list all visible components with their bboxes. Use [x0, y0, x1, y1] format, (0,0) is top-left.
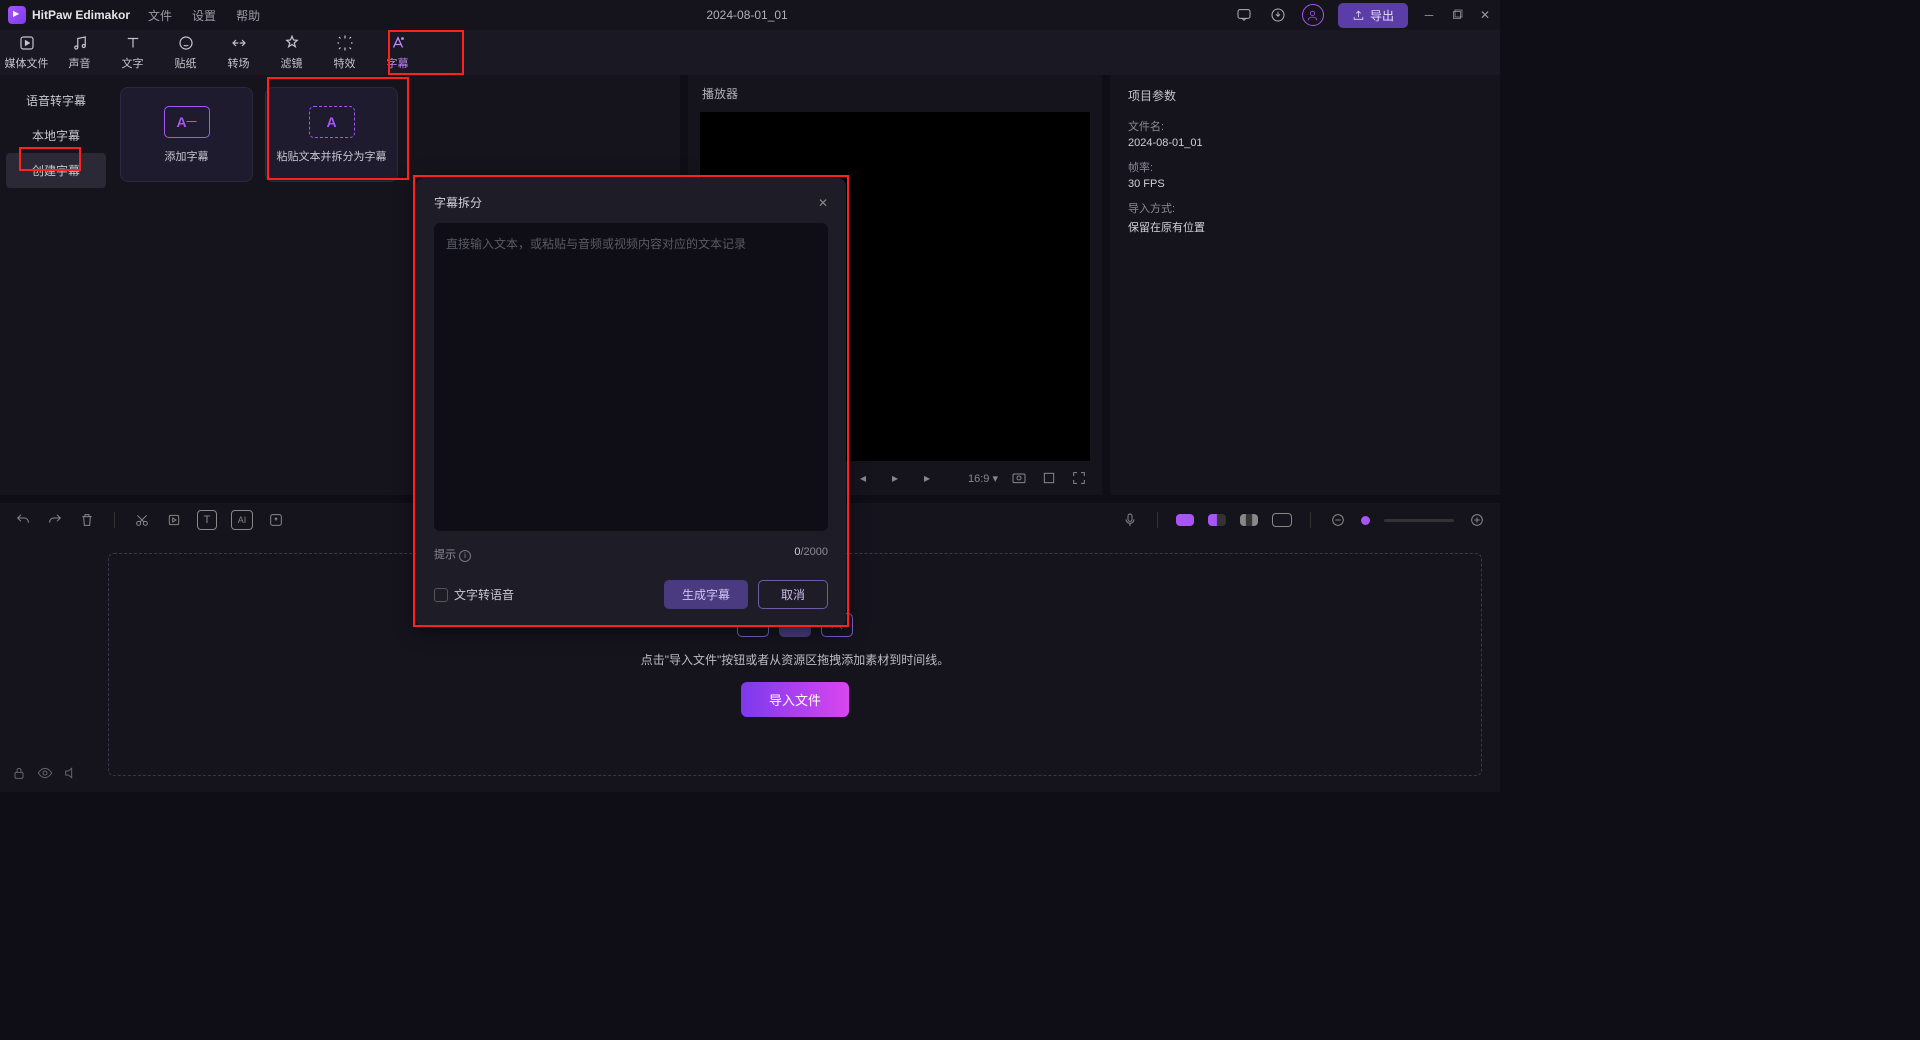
app-name: HitPaw Edimakor: [32, 8, 130, 22]
add-subtitle-icon: A—: [164, 106, 210, 138]
subtitle-split-modal: 字幕拆分 ✕ 提示 i 0/2000 文字转语音 生成字幕 取消: [416, 178, 846, 627]
sidebar-item-speech[interactable]: 语音转字幕: [6, 83, 106, 118]
app-logo: [8, 6, 26, 24]
import-file-button[interactable]: 导入文件: [741, 682, 849, 717]
maximize-icon[interactable]: [1450, 8, 1464, 22]
tab-subtitle[interactable]: 字幕: [371, 30, 424, 75]
project-title: 2024-08-01_01: [260, 8, 1234, 22]
subtitle-text-input[interactable]: [434, 223, 828, 531]
zoom-in-icon[interactable]: [1468, 511, 1486, 529]
modal-hint-label: 提示 i: [434, 546, 471, 562]
subtitle-sidebar: 语音转字幕 本地字幕 创建字幕: [0, 75, 112, 495]
toolbar: 媒体文件 声音 文字 贴纸 转场 滤镜 特效 字幕: [0, 30, 1500, 75]
download-icon[interactable]: [1268, 5, 1288, 25]
zoom-out-icon[interactable]: [1329, 511, 1347, 529]
fullscreen-icon[interactable]: [1070, 469, 1088, 487]
track-view-3-icon[interactable]: [1240, 514, 1258, 526]
cut-icon[interactable]: [133, 511, 151, 529]
aspect-ratio[interactable]: 16:9 ▾: [968, 472, 998, 485]
track-view-1-icon[interactable]: [1176, 514, 1194, 526]
menu-file[interactable]: 文件: [148, 7, 172, 24]
cancel-button[interactable]: 取消: [758, 580, 828, 609]
card-add-subtitle[interactable]: A— 添加字幕: [120, 87, 253, 182]
titlebar: HitPaw Edimakor 文件 设置 帮助 2024-08-01_01 导…: [0, 0, 1500, 30]
generate-button[interactable]: 生成字幕: [664, 580, 748, 609]
export-button[interactable]: 导出: [1338, 3, 1408, 28]
paste-text-icon: A: [309, 106, 355, 138]
tab-audio[interactable]: 声音: [53, 30, 106, 75]
close-icon[interactable]: ✕: [1478, 8, 1492, 22]
lock-track-icon[interactable]: [10, 764, 28, 782]
char-count: 0/2000: [794, 546, 828, 562]
fit-icon[interactable]: [1272, 513, 1292, 527]
tab-effects[interactable]: 特效: [318, 30, 371, 75]
dropzone-text: 点击"导入文件"按钮或者从资源区拖拽添加素材到时间线。: [641, 651, 950, 668]
user-icon[interactable]: [1302, 4, 1324, 26]
zoom-slider[interactable]: [1384, 519, 1454, 522]
tab-media[interactable]: 媒体文件: [0, 30, 53, 75]
play-icon[interactable]: ▸: [886, 469, 904, 487]
export-clip-icon[interactable]: [267, 511, 285, 529]
minimize-icon[interactable]: ─: [1422, 8, 1436, 22]
mute-track-icon[interactable]: [62, 764, 80, 782]
properties-panel: 项目参数 文件名:2024-08-01_01 帧率:30 FPS 导入方式:保留…: [1110, 75, 1500, 495]
crop-icon[interactable]: [1040, 469, 1058, 487]
undo-icon[interactable]: [14, 511, 32, 529]
tab-filter[interactable]: 滤镜: [265, 30, 318, 75]
prev-frame-icon[interactable]: ◂: [854, 469, 872, 487]
crop-tool-icon[interactable]: [165, 511, 183, 529]
sidebar-item-create[interactable]: 创建字幕: [6, 153, 106, 188]
info-icon: i: [459, 550, 471, 562]
visibility-icon[interactable]: [36, 764, 54, 782]
modal-close-icon[interactable]: ✕: [818, 196, 828, 210]
player-header: 播放器: [688, 75, 1102, 112]
card-paste-text[interactable]: A 粘贴文本并拆分为字幕: [265, 87, 398, 182]
zoom-handle[interactable]: [1361, 516, 1370, 525]
text-tool-icon[interactable]: T: [197, 510, 217, 530]
next-frame-icon[interactable]: ▸: [918, 469, 936, 487]
delete-icon[interactable]: [78, 511, 96, 529]
track-view-2-icon[interactable]: [1208, 514, 1226, 526]
tts-checkbox[interactable]: [434, 588, 448, 602]
sidebar-item-local[interactable]: 本地字幕: [6, 118, 106, 153]
mic-icon[interactable]: [1121, 511, 1139, 529]
snapshot-icon[interactable]: [1010, 469, 1028, 487]
tab-text[interactable]: 文字: [106, 30, 159, 75]
tab-sticker[interactable]: 贴纸: [159, 30, 212, 75]
chat-icon[interactable]: [1234, 5, 1254, 25]
redo-icon[interactable]: [46, 511, 64, 529]
main-menu: 文件 设置 帮助: [148, 7, 260, 24]
ai-tool-icon[interactable]: AI: [231, 510, 253, 530]
menu-settings[interactable]: 设置: [192, 7, 216, 24]
tts-label: 文字转语音: [454, 586, 514, 603]
tab-transition[interactable]: 转场: [212, 30, 265, 75]
modal-title: 字幕拆分: [434, 194, 482, 211]
menu-help[interactable]: 帮助: [236, 7, 260, 24]
props-header: 项目参数: [1128, 87, 1482, 104]
